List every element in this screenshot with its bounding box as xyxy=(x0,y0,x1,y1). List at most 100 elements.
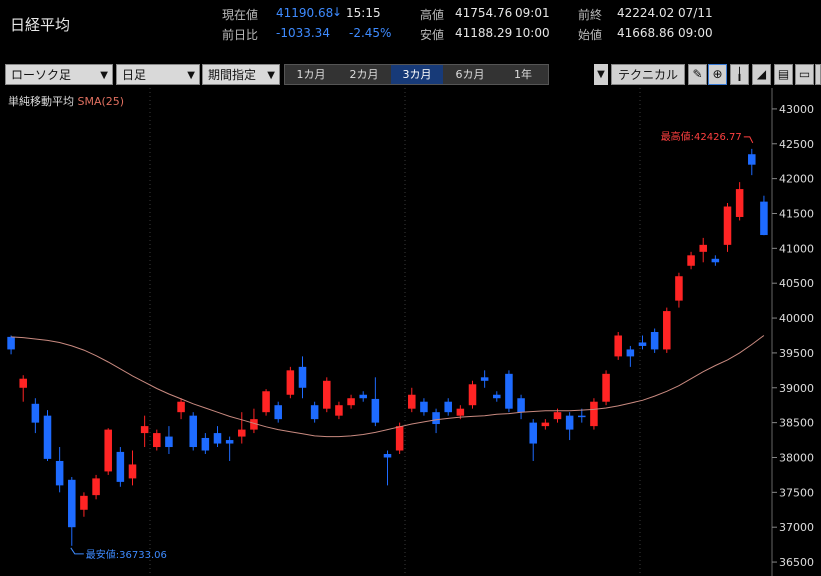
candle-body xyxy=(310,405,319,420)
interval-select[interactable]: 日足 ▼ xyxy=(116,64,200,85)
prev-close-value: 42224.02 xyxy=(617,6,675,20)
price-tick-label: 36500 xyxy=(779,556,814,569)
candle-body xyxy=(323,380,331,409)
candle-body xyxy=(359,394,367,399)
low-value: 41188.29 xyxy=(455,26,513,40)
max-label: 最高値:42426.77 xyxy=(661,130,742,143)
save-icon[interactable]: ▤ xyxy=(774,64,793,85)
candle-body xyxy=(638,342,647,346)
candle-body xyxy=(153,433,161,448)
candle-body xyxy=(165,436,173,448)
candle-body xyxy=(687,255,695,266)
candle-body xyxy=(7,336,15,350)
candle-body xyxy=(201,437,210,451)
change-percent: -2.45% xyxy=(349,26,392,40)
candle-body xyxy=(140,426,149,434)
candle-body xyxy=(760,201,768,236)
period-buttons: 1カ月 2カ月 3カ月 6カ月 1年 xyxy=(284,64,549,85)
candle-body xyxy=(493,394,501,399)
high-label: 高値 xyxy=(420,8,445,22)
candle-body xyxy=(43,415,52,459)
price-tick-label: 37500 xyxy=(779,486,814,499)
period-1m-button[interactable]: 1カ月 xyxy=(285,65,337,84)
candle-body xyxy=(262,391,270,413)
bar-chart-icon[interactable]: ╽ xyxy=(730,64,749,85)
candle-body xyxy=(274,405,282,420)
period-2m-button[interactable]: 2カ月 xyxy=(338,65,390,84)
candle-body xyxy=(626,349,635,357)
chevron-down-icon: ▼ xyxy=(187,70,195,81)
prev-close-date: 07/11 xyxy=(678,6,713,20)
indicator-legend: 単純移動平均 SMA(25) xyxy=(8,93,124,109)
candle-body xyxy=(505,373,513,409)
candle-body xyxy=(238,429,246,437)
candle-body xyxy=(565,415,574,430)
current-price-label: 現在値 xyxy=(222,8,259,22)
pen-icon[interactable]: ✎ xyxy=(688,64,707,85)
candle-body xyxy=(711,258,720,263)
price-tick-label: 41000 xyxy=(779,242,814,255)
candle-body xyxy=(177,401,185,413)
candle-body xyxy=(675,276,683,301)
indicator-label: 単純移動平均 xyxy=(8,95,74,108)
candle-body xyxy=(80,495,88,510)
candle-body xyxy=(517,398,525,413)
price-tick-label: 40500 xyxy=(779,277,814,290)
price-tick-label: 41500 xyxy=(779,207,814,220)
folder-icon[interactable]: ▭ xyxy=(795,64,814,85)
candle-body xyxy=(92,478,100,496)
price-tick-label: 42500 xyxy=(779,138,814,151)
candle-body xyxy=(578,415,586,418)
chart-toolbar: ローソク足 ▼ 日足 ▼ 期間指定 ▼ 1カ月 2カ月 3カ月 6カ月 1年 ▼ テク… xyxy=(0,62,821,88)
candle-body xyxy=(553,412,562,420)
open-value: 41668.86 xyxy=(617,26,675,40)
price-tick-label: 37000 xyxy=(779,521,814,534)
candle-body xyxy=(590,401,598,427)
low-label: 安値 xyxy=(420,28,445,42)
chart-type-value: ローソク足 xyxy=(11,68,72,82)
indicator-param: SMA(25) xyxy=(77,95,125,108)
candle-body xyxy=(541,422,550,427)
period-select[interactable]: 期間指定 ▼ xyxy=(202,64,280,85)
technical-button[interactable]: テクニカル xyxy=(611,64,685,85)
interval-value: 日足 xyxy=(122,68,147,82)
period-6m-button[interactable]: 6カ月 xyxy=(444,65,496,84)
price-tick-label: 39000 xyxy=(779,382,814,395)
high-value: 41754.76 xyxy=(455,6,513,20)
chart-type-select[interactable]: ローソク足 ▼ xyxy=(5,64,113,85)
period-1y-button[interactable]: 1年 xyxy=(497,65,549,84)
zoom-icon[interactable]: ⊕ xyxy=(708,64,727,85)
open-label: 始値 xyxy=(578,28,603,42)
prev-close-label: 前終 xyxy=(578,8,603,22)
technical-dropdown-arrow[interactable]: ▼ xyxy=(594,64,608,85)
candle-body xyxy=(116,451,125,482)
low-time: 10:00 xyxy=(515,26,550,40)
change-value: -1033.34 xyxy=(276,26,330,40)
high-time: 09:01 xyxy=(515,6,550,20)
period-3m-button[interactable]: 3カ月 xyxy=(391,65,443,84)
candle-body xyxy=(699,244,707,252)
candle-body xyxy=(480,377,489,381)
candle-body xyxy=(529,422,537,444)
candle-body xyxy=(602,373,610,402)
candle-body xyxy=(468,384,477,406)
candle-body xyxy=(395,426,404,451)
current-price-value: 41190.68 xyxy=(276,6,334,20)
current-time: 15:15 xyxy=(346,6,381,20)
candle-body xyxy=(408,394,416,409)
candle-body xyxy=(347,398,355,406)
change-label: 前日比 xyxy=(222,28,259,42)
candle-body xyxy=(444,401,452,413)
price-tick-label: 42000 xyxy=(779,173,814,186)
quote-header: 日経平均 現在値 41190.68 ↓ 15:15 前日比 -1033.34 -… xyxy=(0,0,821,58)
print-icon[interactable] xyxy=(815,64,821,85)
candle-body xyxy=(748,154,756,165)
price-tick-label: 39500 xyxy=(779,347,814,360)
price-tick-label: 38000 xyxy=(779,451,814,464)
candle-body xyxy=(456,408,465,416)
area-chart-icon[interactable]: ◢ xyxy=(752,64,771,85)
candle-body xyxy=(420,401,428,413)
candle-body xyxy=(68,479,76,528)
candle-body xyxy=(371,398,380,423)
candle-body xyxy=(31,403,40,423)
